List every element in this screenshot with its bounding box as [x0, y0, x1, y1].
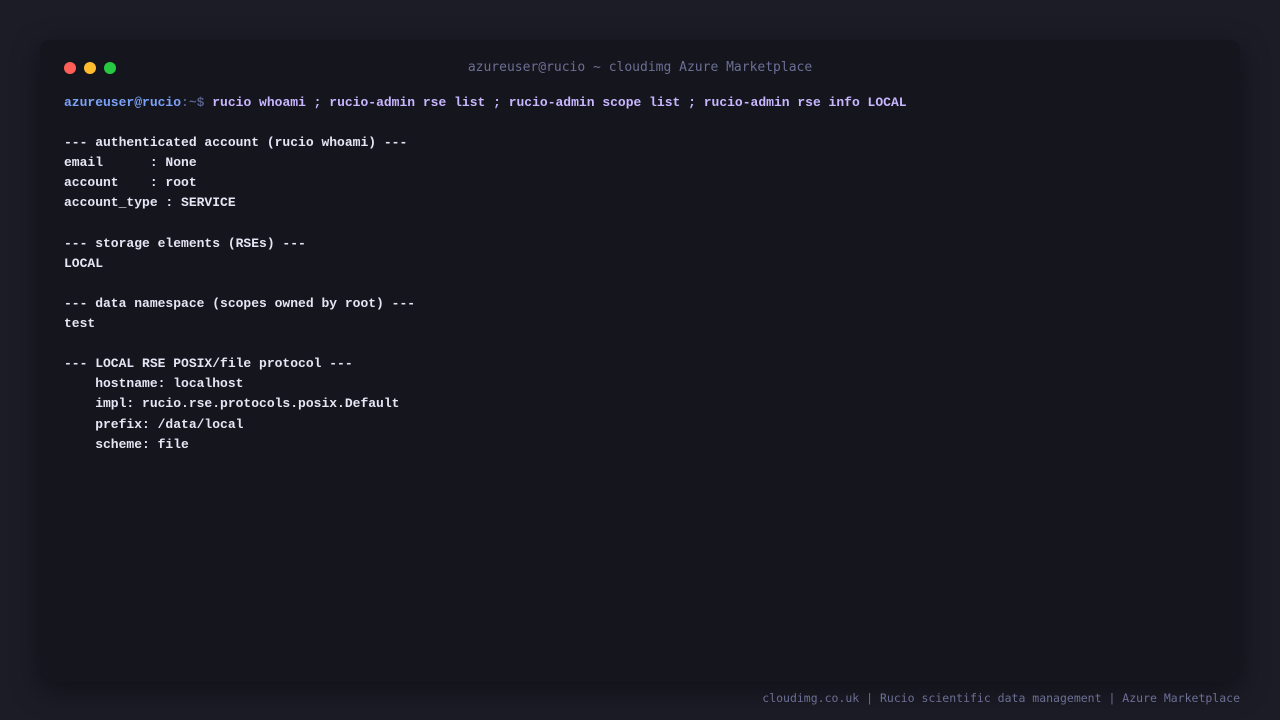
section-header-account: --- authenticated account (rucio whoami)…: [64, 135, 408, 151]
output-line-impl: impl: rucio.rse.protocols.posix.Default: [64, 396, 400, 412]
section-header-scopes: --- data namespace (scopes owned by root…: [64, 295, 416, 311]
prompt-user: azureuser@rucio: [64, 95, 182, 110]
output-line-email: email : None: [64, 155, 197, 171]
prompt-path: :~$: [181, 95, 213, 110]
section-header-protocol: --- LOCAL RSE POSIX/file protocol ---: [64, 356, 353, 372]
output-line-hostname: hostname: localhost: [64, 376, 244, 392]
terminal-output[interactable]: azureuser@rucio:~$ rucio whoami ; rucio-…: [64, 93, 1224, 653]
command-text: rucio whoami ; rucio-admin rse list ; ru…: [212, 95, 907, 110]
section-header-rses: --- storage elements (RSEs) ---: [64, 235, 306, 251]
output-line-account-type: account_type : SERVICE: [64, 195, 236, 211]
footer-caption: cloudimg.co.uk | Rucio scientific data m…: [762, 691, 1240, 705]
output-line-scheme: scheme: file: [64, 436, 189, 452]
output-line-scope: test: [64, 316, 96, 332]
title-bar: azureuser@rucio ~ cloudimg Azure Marketp…: [40, 40, 1240, 96]
terminal-window: azureuser@rucio ~ cloudimg Azure Marketp…: [40, 40, 1240, 682]
window-title: azureuser@rucio ~ cloudimg Azure Marketp…: [467, 60, 813, 75]
output-line-account: account : root: [64, 175, 197, 191]
output-line-rse: LOCAL: [64, 255, 104, 271]
prompt-line: azureuser@rucio:~$ rucio whoami ; rucio-…: [64, 93, 1224, 113]
output-line-prefix: prefix: /data/local: [64, 416, 244, 432]
